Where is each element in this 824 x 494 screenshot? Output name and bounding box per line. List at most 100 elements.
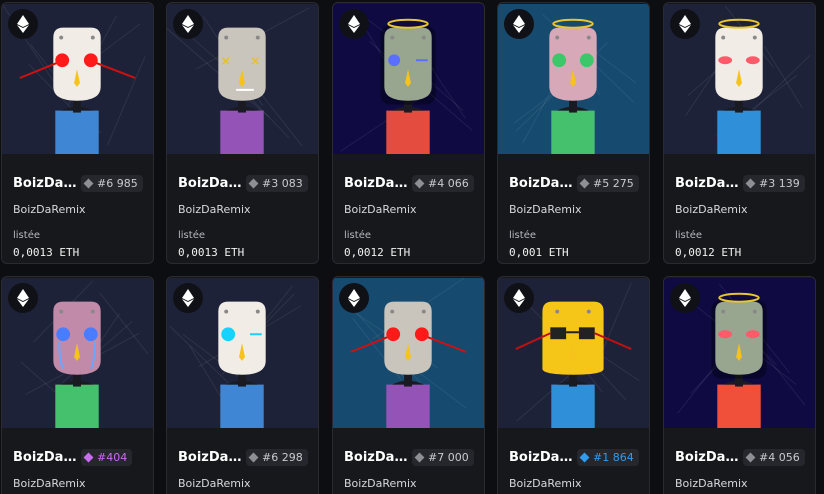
nft-image[interactable]: [333, 277, 484, 429]
nft-image[interactable]: [2, 3, 153, 155]
chain-badge: [504, 283, 534, 313]
card-info: BoizDaRemix #404 BoizDaRemix: [2, 429, 153, 490]
token-id: #6 985: [97, 176, 138, 190]
nft-image[interactable]: [167, 277, 318, 429]
nft-image[interactable]: [498, 277, 649, 429]
ethereum-icon: [679, 15, 691, 33]
nft-image[interactable]: × ×: [167, 3, 318, 155]
collection-name[interactable]: BoizDaRemix: [178, 477, 318, 490]
ethereum-icon: [17, 289, 29, 307]
collection-name[interactable]: BoizDaRemix: [509, 203, 649, 216]
token-id-badge: #4 066: [412, 174, 474, 192]
chain-badge: [670, 283, 700, 313]
card-info: BoizDaRemix #3 139 BoizDaRemix listée 0,0012…: [664, 155, 815, 259]
rarity-diamond-icon: [414, 178, 425, 188]
collection-name[interactable]: BoizDaRemix: [675, 203, 815, 216]
nft-card[interactable]: BoizDaRemix #1 864 BoizDaRemix: [497, 276, 650, 494]
nft-name[interactable]: BoizDaRemix: [344, 450, 408, 465]
card-info: BoizDaRemix #6 298 BoizDaRemix: [167, 429, 318, 490]
collection-name[interactable]: BoizDaRemix: [344, 477, 484, 490]
collection-name[interactable]: BoizDaRemix: [509, 477, 649, 490]
chain-badge: [173, 283, 203, 313]
nft-image[interactable]: [2, 277, 153, 429]
ethereum-icon: [17, 15, 29, 33]
token-id-badge: #6 985: [81, 174, 143, 192]
card-info: BoizDaRemix #7 000 BoizDaRemix: [333, 429, 484, 490]
nft-card[interactable]: BoizDaRemix #404 BoizDaRemix: [1, 276, 154, 494]
nft-card[interactable]: BoizDaRemix #5 275 BoizDaRemix listée 0,001 …: [497, 2, 650, 264]
nft-image[interactable]: [498, 3, 649, 155]
nft-card[interactable]: BoizDaRemix #3 139 BoizDaRemix listée 0,0012…: [663, 2, 816, 264]
svg-text:×: ×: [250, 54, 261, 69]
chain-badge: [339, 9, 369, 39]
rarity-diamond-icon: [745, 452, 756, 462]
listing-price: 0,0012 ETH: [675, 246, 742, 259]
collection-name[interactable]: BoizDaRemix: [13, 203, 153, 216]
nft-image[interactable]: [664, 3, 815, 155]
card-info: BoizDaRemix #1 864 BoizDaRemix: [498, 429, 649, 490]
card-info: BoizDaRemix #3 083 BoizDaRemix listée 0,0013…: [167, 155, 318, 259]
listing-price: 0,0013 ETH: [178, 246, 245, 259]
rarity-diamond-icon: [745, 178, 756, 188]
svg-text:×: ×: [220, 54, 231, 69]
ethereum-icon: [182, 15, 194, 33]
nft-card[interactable]: BoizDaRemix #6 985 BoizDaRemix listée 0,0013…: [1, 2, 154, 264]
token-id: #7 000: [428, 450, 469, 464]
rarity-diamond-icon: [414, 452, 425, 462]
card-info: BoizDaRemix #4 056 BoizDaRemix: [664, 429, 815, 490]
collection-name[interactable]: BoizDaRemix: [178, 203, 318, 216]
chain-badge: [670, 9, 700, 39]
listing-price: 0,0012 ETH: [344, 246, 411, 259]
ethereum-icon: [348, 289, 360, 307]
listing-status: listée: [178, 230, 205, 241]
collection-name[interactable]: BoizDaRemix: [344, 203, 484, 216]
nft-name[interactable]: BoizDaRemix: [344, 176, 408, 191]
token-id-badge: #3 083: [246, 174, 308, 192]
listing-status: listée: [13, 230, 40, 241]
listing-status: listée: [344, 230, 371, 241]
nft-name[interactable]: BoizDaRemix: [675, 450, 739, 465]
listing-price: 0,001 ETH: [509, 246, 569, 259]
nft-card[interactable]: BoizDaRemix #7 000 BoizDaRemix: [332, 276, 485, 494]
token-id: #404: [97, 450, 128, 464]
nft-name[interactable]: BoizDaRemix: [178, 176, 242, 191]
nft-card[interactable]: BoizDaRemix #4 056 BoizDaRemix: [663, 276, 816, 494]
chain-badge: [504, 9, 534, 39]
rarity-diamond-icon: [248, 178, 259, 188]
nft-name[interactable]: BoizDaRemix: [675, 176, 739, 191]
nft-grid: BoizDaRemix #6 985 BoizDaRemix listée 0,0013…: [0, 0, 824, 494]
ethereum-icon: [513, 15, 525, 33]
nft-name[interactable]: BoizDaRemix: [509, 450, 573, 465]
collection-name[interactable]: BoizDaRemix: [13, 477, 153, 490]
token-id-badge: #1 864: [577, 448, 639, 466]
nft-name[interactable]: BoizDaRemix: [509, 176, 573, 191]
token-id: #1 864: [593, 450, 634, 464]
nft-card[interactable]: ××BoizDaRemix#3 083BoizDaRemixlistée0,00…: [166, 2, 319, 264]
card-info: BoizDaRemix #6 985 BoizDaRemix listée 0,0013…: [2, 155, 153, 259]
token-id-badge: #5 275: [577, 174, 639, 192]
listing-status: listée: [675, 230, 702, 241]
token-id: #4 066: [428, 176, 469, 190]
nft-card[interactable]: BoizDaRemix #6 298 BoizDaRemix: [166, 276, 319, 494]
listing-status: listée: [509, 230, 536, 241]
token-id-badge: #3 139: [743, 174, 805, 192]
nft-name[interactable]: BoizDaRemix: [13, 176, 77, 191]
nft-name[interactable]: BoizDaRemix: [178, 450, 242, 465]
nft-image[interactable]: [333, 3, 484, 155]
token-id: #4 056: [759, 450, 800, 464]
nft-image[interactable]: [664, 277, 815, 429]
collection-name[interactable]: BoizDaRemix: [675, 477, 815, 490]
rarity-diamond-icon: [83, 178, 94, 188]
nft-name[interactable]: BoizDaRemix: [13, 450, 77, 465]
card-info: BoizDaRemix #4 066 BoizDaRemix listée 0,0012…: [333, 155, 484, 259]
token-id: #3 083: [262, 176, 303, 190]
listing-price: 0,0013 ETH: [13, 246, 80, 259]
rarity-diamond-icon: [248, 452, 259, 462]
token-id-badge: #7 000: [412, 448, 474, 466]
chain-badge: [8, 283, 38, 313]
nft-card[interactable]: BoizDaRemix #4 066 BoizDaRemix listée 0,0012…: [332, 2, 485, 264]
ethereum-icon: [513, 289, 525, 307]
chain-badge: [173, 9, 203, 39]
rarity-diamond-icon: [579, 178, 590, 188]
rarity-diamond-icon: [579, 452, 590, 462]
